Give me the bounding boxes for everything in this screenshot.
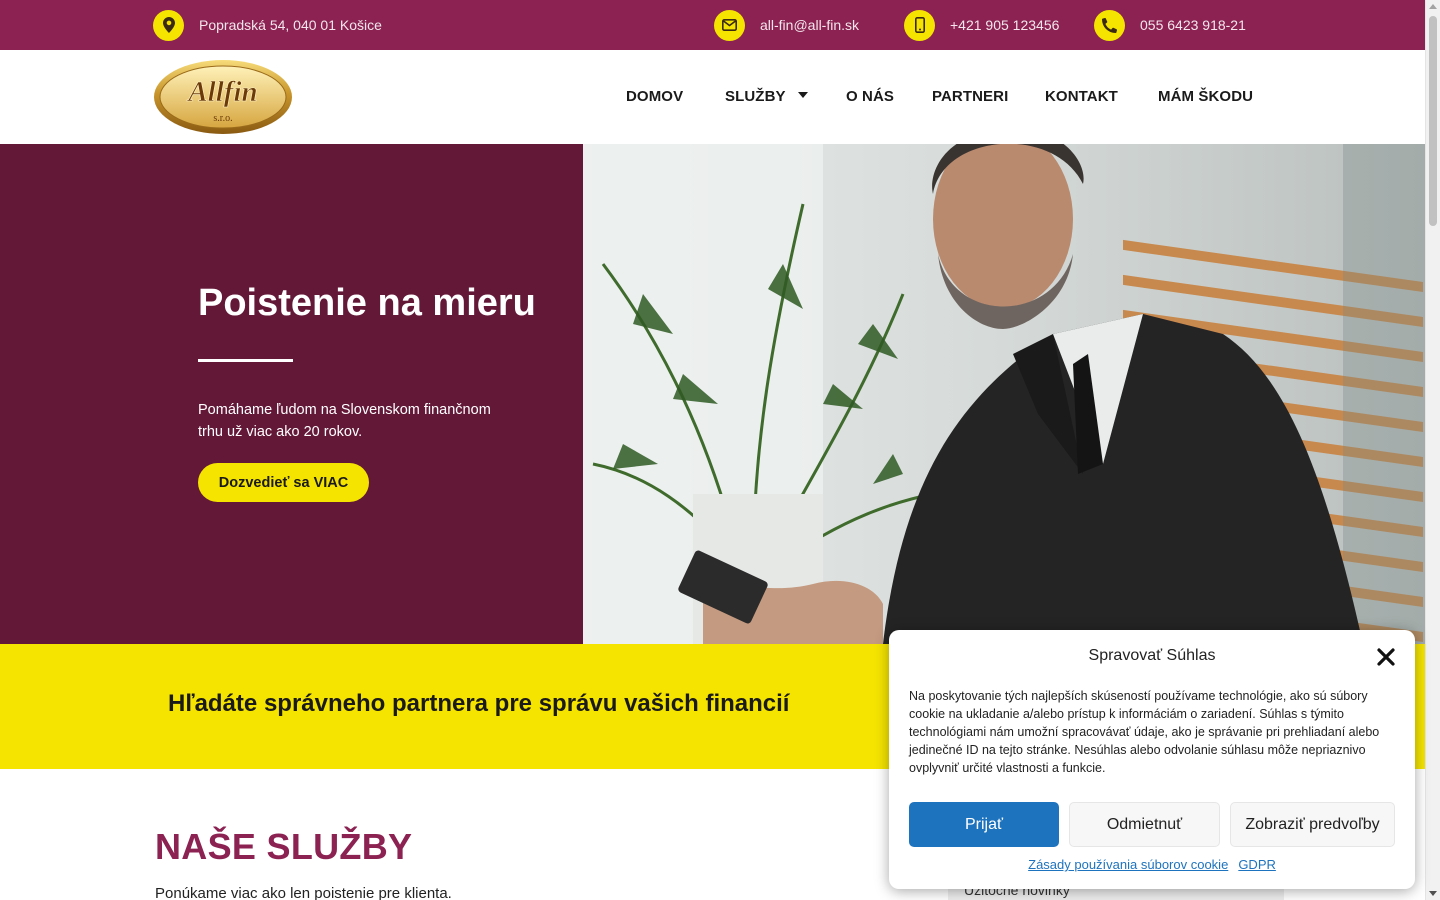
hero-title: Poistenie na mieru bbox=[198, 282, 536, 324]
nav-item-mam-skodu[interactable]: MÁM ŠKODU bbox=[1158, 88, 1253, 105]
mobile-item[interactable]: +421 905 123456 bbox=[904, 9, 1059, 41]
nav-item-partneri[interactable]: PARTNERI bbox=[932, 88, 1008, 105]
email-item[interactable]: all-fin@all-fin.sk bbox=[714, 9, 859, 41]
location-pin-icon bbox=[153, 9, 184, 41]
accept-button[interactable]: Prijať bbox=[909, 802, 1059, 847]
hero-divider bbox=[198, 359, 293, 362]
cookie-policy-link[interactable]: Zásady používania súborov cookie bbox=[1028, 857, 1228, 872]
close-icon[interactable] bbox=[1376, 647, 1396, 667]
nav-item-kontakt[interactable]: KONTAKT bbox=[1045, 88, 1118, 105]
address-item: Popradská 54, 040 01 Košice bbox=[153, 9, 382, 41]
deny-button[interactable]: Odmietnuť bbox=[1069, 802, 1220, 847]
cookie-consent-dialog: Spravovať Súhlas Na poskytovanie tých na… bbox=[889, 630, 1415, 889]
hero-panel bbox=[0, 144, 583, 644]
nav-item-sluzby-label: SLUŽBY bbox=[725, 88, 786, 105]
logo-wordmark: Allfin bbox=[186, 76, 257, 108]
gdpr-link[interactable]: GDPR bbox=[1238, 857, 1276, 872]
phone-link[interactable]: 055 6423 918-21 bbox=[1140, 17, 1246, 33]
preferences-button[interactable]: Zobraziť predvoľby bbox=[1230, 802, 1395, 847]
nav-item-o-nas[interactable]: O NÁS bbox=[846, 88, 894, 105]
scroll-up-arrow-icon[interactable] bbox=[1429, 4, 1437, 9]
nav-item-domov[interactable]: DOMOV bbox=[626, 88, 683, 105]
band-title: Hľadáte správneho partnera pre správu va… bbox=[168, 690, 790, 717]
hero-photo bbox=[583, 144, 1425, 644]
businessman-photo bbox=[583, 144, 1425, 644]
phone-item[interactable]: 055 6423 918-21 bbox=[1094, 9, 1246, 41]
mobile-phone-icon bbox=[904, 9, 935, 41]
learn-more-button[interactable]: Dozvedieť sa VIAC bbox=[198, 463, 369, 502]
services-text: Ponúkame viac ako len poistenie pre klie… bbox=[155, 885, 452, 900]
main-navbar: Allfin s.r.o. DOMOV SLUŽBY O NÁS PARTNER… bbox=[0, 50, 1425, 144]
address-text: Popradská 54, 040 01 Košice bbox=[199, 17, 382, 33]
cookie-dialog-title: Spravovať Súhlas bbox=[1088, 647, 1216, 664]
scrollbar-thumb[interactable] bbox=[1429, 16, 1437, 226]
allfin-logo[interactable]: Allfin s.r.o. bbox=[153, 59, 293, 135]
mobile-link[interactable]: +421 905 123456 bbox=[950, 17, 1059, 33]
cookie-links: Zásady používania súborov cookie GDPR bbox=[889, 857, 1415, 872]
email-link[interactable]: all-fin@all-fin.sk bbox=[760, 17, 859, 33]
logo-subtext: s.r.o. bbox=[213, 113, 232, 124]
services-title: NAŠE SLUŽBY bbox=[155, 826, 413, 867]
hero-text: Pomáhame ľudom na Slovenskom finančnom t… bbox=[198, 402, 491, 440]
contact-topbar: Popradská 54, 040 01 Košice all-fin@all-… bbox=[0, 0, 1425, 50]
envelope-icon bbox=[714, 9, 745, 41]
cookie-dialog-text: Na poskytovanie tých najlepších skúsenos… bbox=[909, 689, 1380, 775]
scroll-down-arrow-icon[interactable] bbox=[1429, 891, 1437, 896]
page-scrollbar[interactable] bbox=[1425, 0, 1440, 900]
phone-icon bbox=[1094, 9, 1125, 41]
caret-down-icon bbox=[797, 92, 808, 99]
nav-item-sluzby[interactable]: SLUŽBY bbox=[725, 88, 808, 105]
